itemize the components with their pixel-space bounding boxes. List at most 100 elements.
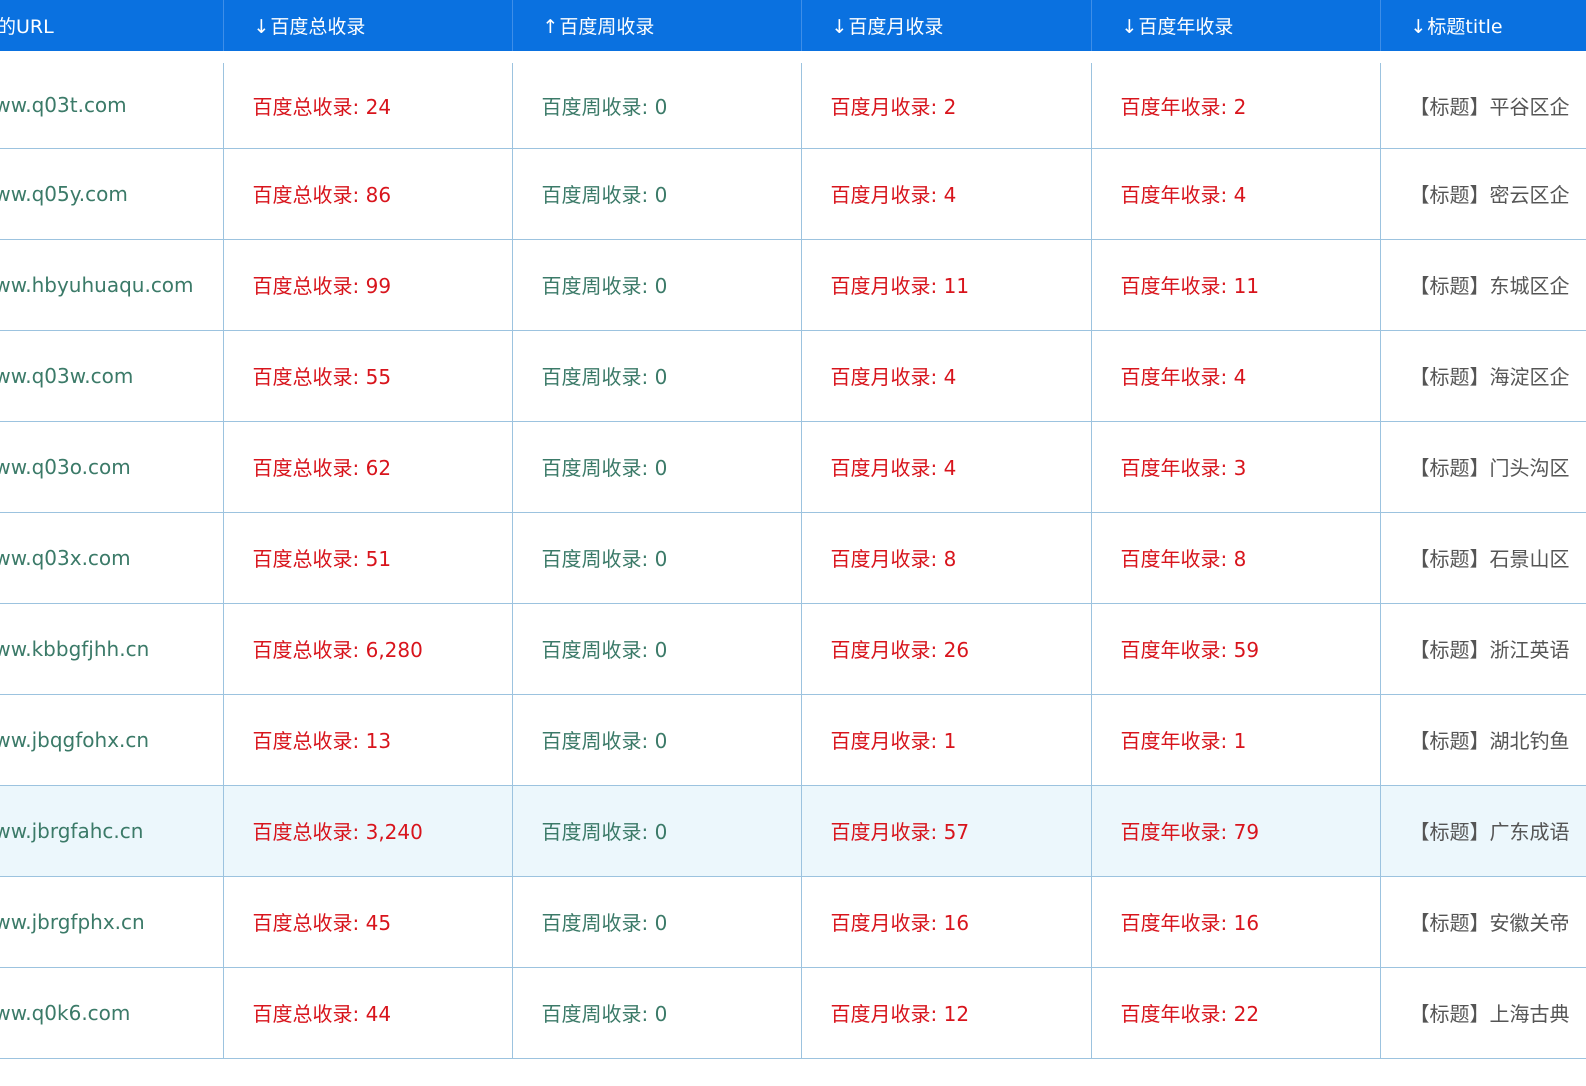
viewport: 旧的URL↓百度总收录↑百度周收录↓百度月收录↓百度年收录↓标题title ww… <box>0 0 1586 1086</box>
url-link[interactable]: www.q05y.com <box>0 182 128 206</box>
baidu-total-index: 百度总收录: 51 <box>252 547 392 571</box>
cell-year: 百度年收录: 16 <box>1090 875 1380 967</box>
cell-year: 百度年收录: 22 <box>1090 966 1380 1059</box>
url-link[interactable]: www.kbbgfjhh.cn <box>0 637 149 661</box>
url-link[interactable]: www.jbrgfahc.cn <box>0 819 143 843</box>
page-title-text: 【标题】海淀区企 <box>1409 365 1570 389</box>
sort-desc-icon: ↓ <box>831 16 848 38</box>
baidu-year-index: 百度年收录: 1 <box>1120 729 1247 753</box>
page-title-text: 【标题】上海古典 <box>1409 1002 1570 1026</box>
cell-total: 百度总收录: 99 <box>222 238 512 330</box>
column-header-title[interactable]: ↓标题title <box>1379 0 1586 57</box>
baidu-week-index: 百度周收录: 0 <box>541 183 668 207</box>
cell-url: www.q05y.com <box>0 147 223 239</box>
page-title-text: 【标题】湖北钓鱼 <box>1409 729 1570 753</box>
baidu-year-index: 百度年收录: 11 <box>1120 274 1260 298</box>
baidu-month-index: 百度月收录: 11 <box>830 274 970 298</box>
cell-week: 百度周收录: 0 <box>511 329 801 421</box>
table-row[interactable]: www.kbbgfjhh.cn 百度总收录: 6,280 百度周收录: 0 百度月收录… <box>0 602 1586 694</box>
baidu-week-index: 百度周收录: 0 <box>541 820 668 844</box>
baidu-week-index: 百度周收录: 0 <box>541 547 668 571</box>
cell-month: 百度月收录: 11 <box>800 238 1091 330</box>
sort-asc-icon: ↑ <box>542 16 559 38</box>
cell-url: www.hbyuhuaqu.com <box>0 238 223 330</box>
url-link[interactable]: www.hbyuhuaqu.com <box>0 273 194 297</box>
baidu-month-index: 百度月收录: 8 <box>830 547 957 571</box>
header-row: 旧的URL↓百度总收录↑百度周收录↓百度月收录↓百度年收录↓标题title <box>0 0 1586 57</box>
table-row[interactable]: www.q03o.com 百度总收录: 62 百度周收录: 0 百度月收录: 4 百度年… <box>0 420 1586 512</box>
cell-month: 百度月收录: 4 <box>800 147 1091 239</box>
url-link[interactable]: www.q0k6.com <box>0 1001 130 1025</box>
url-link[interactable]: www.jbrgfphx.cn <box>0 910 145 934</box>
url-link[interactable]: www.q03w.com <box>0 364 133 388</box>
column-header-label: 百度总收录 <box>270 16 366 38</box>
baidu-year-index: 百度年收录: 3 <box>1120 456 1247 480</box>
column-header-month[interactable]: ↓百度月收录 <box>800 0 1091 57</box>
url-link[interactable]: www.q03t.com <box>0 93 127 117</box>
cell-title: 【标题】门头沟区 <box>1379 420 1586 512</box>
page-title-text: 【标题】门头沟区 <box>1409 456 1570 480</box>
cell-month: 百度月收录: 12 <box>800 966 1091 1059</box>
column-header-total[interactable]: ↓百度总收录 <box>222 0 512 57</box>
url-link[interactable]: www.jbqgfohx.cn <box>0 728 149 752</box>
cell-total: 百度总收录: 24 <box>222 56 512 148</box>
table-row[interactable]: www.q03w.com 百度总收录: 55 百度周收录: 0 百度月收录: 4 百度年… <box>0 329 1586 421</box>
column-header-week[interactable]: ↑百度周收录 <box>511 0 801 57</box>
cell-week: 百度周收录: 0 <box>511 875 801 967</box>
baidu-month-index: 百度月收录: 4 <box>830 183 957 207</box>
baidu-year-index: 百度年收录: 22 <box>1120 1002 1260 1026</box>
table-row[interactable]: www.q03t.com 百度总收录: 24 百度周收录: 0 百度月收录: 2 百度年… <box>0 56 1586 148</box>
baidu-year-index: 百度年收录: 4 <box>1120 365 1247 389</box>
cell-url: www.q03w.com <box>0 329 223 421</box>
baidu-year-index: 百度年收录: 59 <box>1120 638 1260 662</box>
table-body: www.q03t.com 百度总收录: 24 百度周收录: 0 百度月收录: 2 百度年… <box>0 56 1586 1059</box>
cell-year: 百度年收录: 4 <box>1090 147 1380 239</box>
cell-month: 百度月收录: 8 <box>800 511 1091 603</box>
column-header-url[interactable]: 旧的URL <box>0 0 223 57</box>
cell-title: 【标题】石景山区 <box>1379 511 1586 603</box>
cell-week: 百度周收录: 0 <box>511 784 801 876</box>
cell-title: 【标题】海淀区企 <box>1379 329 1586 421</box>
cell-title: 【标题】东城区企 <box>1379 238 1586 330</box>
cell-total: 百度总收录: 51 <box>222 511 512 603</box>
cell-total: 百度总收录: 6,280 <box>222 602 512 694</box>
cell-total: 百度总收录: 44 <box>222 966 512 1059</box>
cell-title: 【标题】湖北钓鱼 <box>1379 693 1586 785</box>
cell-week: 百度周收录: 0 <box>511 420 801 512</box>
cell-total: 百度总收录: 62 <box>222 420 512 512</box>
baidu-week-index: 百度周收录: 0 <box>541 274 668 298</box>
baidu-week-index: 百度周收录: 0 <box>541 365 668 389</box>
baidu-total-index: 百度总收录: 86 <box>252 183 392 207</box>
url-link[interactable]: www.q03x.com <box>0 546 131 570</box>
table-row[interactable]: www.jbrgfahc.cn 百度总收录: 3,240 百度周收录: 0 百度月收录… <box>0 784 1586 876</box>
baidu-month-index: 百度月收录: 2 <box>830 94 957 119</box>
cell-month: 百度月收录: 1 <box>800 693 1091 785</box>
cell-month: 百度月收录: 4 <box>800 420 1091 512</box>
cell-title: 【标题】广东成语 <box>1379 784 1586 876</box>
url-link[interactable]: www.q03o.com <box>0 455 131 479</box>
cell-month: 百度月收录: 4 <box>800 329 1091 421</box>
cell-month: 百度月收录: 16 <box>800 875 1091 967</box>
table-row[interactable]: www.hbyuhuaqu.com 百度总收录: 99 百度周收录: 0 百度月收录:… <box>0 238 1586 330</box>
sort-desc-icon: ↓ <box>1410 16 1427 38</box>
table-row[interactable]: www.jbrgfphx.cn 百度总收录: 45 百度周收录: 0 百度月收录: 1… <box>0 875 1586 967</box>
cell-url: www.jbrgfahc.cn <box>0 784 223 876</box>
baidu-total-index: 百度总收录: 55 <box>252 365 392 389</box>
cell-total: 百度总收录: 86 <box>222 147 512 239</box>
table-row[interactable]: www.jbqgfohx.cn 百度总收录: 13 百度周收录: 0 百度月收录: 1… <box>0 693 1586 785</box>
table-row[interactable]: www.q05y.com 百度总收录: 86 百度周收录: 0 百度月收录: 4 百度年… <box>0 147 1586 239</box>
cell-title: 【标题】平谷区企 <box>1379 56 1586 148</box>
cell-week: 百度周收录: 0 <box>511 511 801 603</box>
baidu-month-index: 百度月收录: 57 <box>830 820 970 844</box>
cell-title: 【标题】密云区企 <box>1379 147 1586 239</box>
data-table: 旧的URL↓百度总收录↑百度周收录↓百度月收录↓百度年收录↓标题title ww… <box>0 0 1586 1059</box>
table-row[interactable]: www.q03x.com 百度总收录: 51 百度周收录: 0 百度月收录: 8 百度年… <box>0 511 1586 603</box>
table-row[interactable]: www.q0k6.com 百度总收录: 44 百度周收录: 0 百度月收录: 12 百度… <box>0 966 1586 1059</box>
cell-week: 百度周收录: 0 <box>511 56 801 148</box>
cell-title: 【标题】上海古典 <box>1379 966 1586 1059</box>
baidu-week-index: 百度周收录: 0 <box>541 456 668 480</box>
baidu-month-index: 百度月收录: 4 <box>830 456 957 480</box>
sort-desc-icon: ↓ <box>253 16 270 38</box>
column-header-year[interactable]: ↓百度年收录 <box>1090 0 1380 57</box>
cell-week: 百度周收录: 0 <box>511 147 801 239</box>
